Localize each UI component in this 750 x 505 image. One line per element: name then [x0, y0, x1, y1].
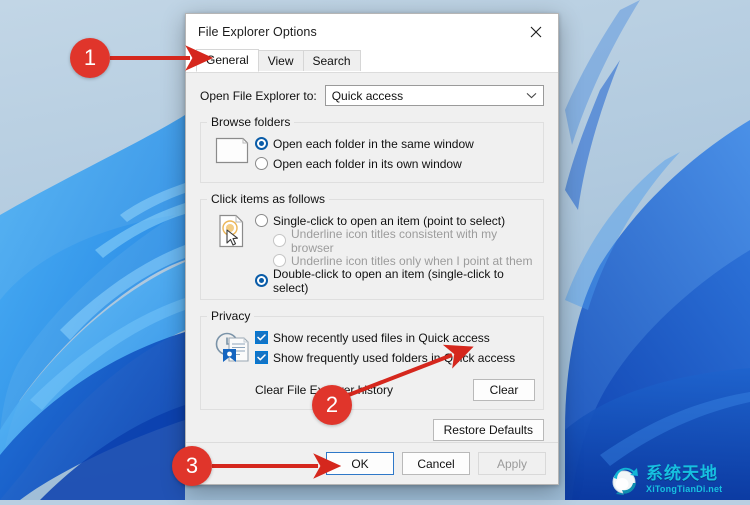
tab-strip: General View Search — [186, 49, 558, 72]
click-pointer-icon — [209, 211, 255, 248]
click-items-legend: Click items as follows — [211, 192, 326, 206]
site-watermark: 系统天地 XiTongTianDi.net — [610, 464, 746, 496]
open-to-dropdown[interactable]: Quick access — [324, 85, 544, 106]
privacy-history-icon — [209, 328, 255, 363]
apply-button[interactable]: Apply — [478, 452, 546, 475]
radio-label-underline-browser: Underline icon titles consistent with my… — [291, 226, 498, 255]
watermark-cn-text: 系统天地 — [646, 464, 718, 484]
radio-own-window[interactable] — [255, 157, 268, 170]
radio-same-window[interactable] — [255, 137, 268, 150]
ok-button[interactable]: OK — [326, 452, 394, 475]
restore-defaults-button[interactable]: Restore Defaults — [432, 419, 544, 441]
open-to-label: Open File Explorer to: — [200, 88, 317, 103]
radio-single-click[interactable] — [255, 214, 268, 227]
close-icon[interactable] — [514, 14, 558, 49]
tab-search[interactable]: Search — [302, 50, 361, 72]
browse-folders-group: Browse folders Open each folder in the s… — [200, 115, 544, 183]
open-to-value: Quick access — [331, 88, 404, 103]
chevron-down-icon — [526, 92, 537, 99]
checkbox-frequent-folders[interactable] — [255, 351, 268, 364]
radio-label-underline-point: Underline icon titles only when I point … — [291, 253, 533, 268]
checkbox-recent-files[interactable] — [255, 331, 268, 344]
checkbox-row-frequent-folders[interactable]: Show frequently used folders in Quick ac… — [255, 348, 535, 367]
checkbox-label-recent-files: Show recently used files in Quick access — [273, 330, 490, 345]
folder-window-icon — [209, 134, 255, 164]
tab-general[interactable]: General — [196, 49, 259, 72]
clear-button[interactable]: Clear — [473, 379, 535, 401]
click-items-group: Click items as follows Single-click to o… — [200, 192, 544, 300]
radio-row-same-window[interactable]: Open each folder in the same window — [255, 134, 535, 153]
dialog-title: File Explorer Options — [198, 24, 317, 39]
watermark-en-text: XiTongTianDi.net — [646, 484, 723, 494]
tab-view[interactable]: View — [257, 50, 304, 72]
dialog-titlebar: File Explorer Options — [186, 14, 558, 49]
file-explorer-options-dialog: File Explorer Options General View Searc… — [185, 13, 559, 485]
dialog-footer: OK Cancel Apply — [186, 442, 558, 484]
radio-underline-browser — [273, 234, 286, 247]
checkbox-row-recent-files[interactable]: Show recently used files in Quick access — [255, 328, 535, 347]
recycle-globe-logo-icon — [612, 467, 638, 495]
radio-row-double-click[interactable]: Double-click to open an item (single-cli… — [255, 267, 535, 295]
clear-history-row: Clear File Explorer history Clear — [209, 379, 535, 401]
general-tab-panel: Open File Explorer to: Quick access Brow… — [186, 72, 558, 442]
radio-row-own-window[interactable]: Open each folder in its own window — [255, 154, 535, 173]
radio-label-double-click: Double-click to open an item (single-cli… — [273, 266, 504, 295]
privacy-legend: Privacy — [211, 309, 251, 323]
browse-folders-legend: Browse folders — [211, 115, 291, 129]
radio-label-same-window: Open each folder in the same window — [273, 136, 474, 151]
radio-underline-point — [273, 254, 286, 267]
radio-label-single-click: Single-click to open an item (point to s… — [273, 213, 506, 228]
radio-label-own-window: Open each folder in its own window — [273, 156, 462, 171]
restore-defaults-row: Restore Defaults — [200, 419, 544, 441]
clear-history-label: Clear File Explorer history — [255, 383, 394, 397]
checkbox-label-frequent-folders: Show frequently used folders in Quick ac… — [273, 350, 516, 365]
open-file-explorer-to-row: Open File Explorer to: Quick access — [200, 85, 544, 106]
radio-double-click[interactable] — [255, 274, 268, 287]
radio-row-underline-browser: Underline icon titles consistent with my… — [255, 227, 535, 255]
cancel-button[interactable]: Cancel — [402, 452, 470, 475]
privacy-group: Privacy Show recently used files in Quic… — [200, 309, 544, 410]
